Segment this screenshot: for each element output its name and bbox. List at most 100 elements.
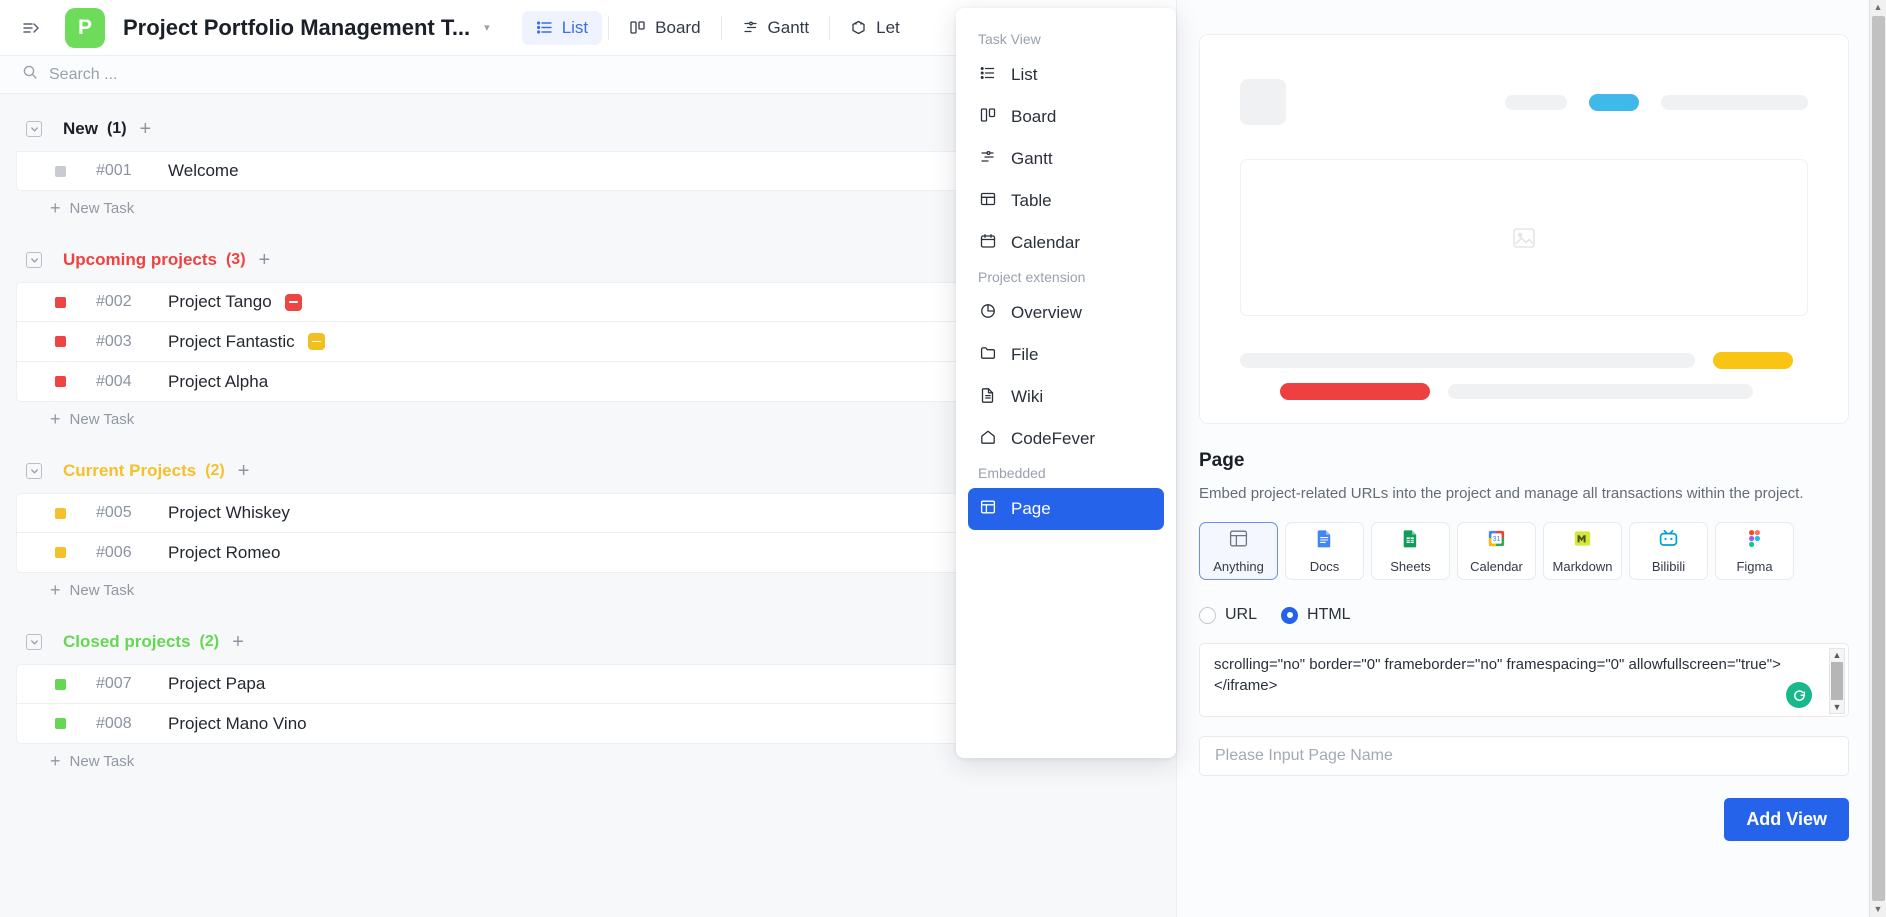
figma-icon bbox=[1744, 528, 1765, 554]
task-group-name: Current Projects bbox=[63, 461, 196, 481]
dropdown-item-page[interactable]: Page bbox=[968, 488, 1164, 530]
tab-let-label: Let bbox=[876, 18, 900, 38]
tab-board-label: Board bbox=[655, 18, 700, 38]
embed-tile-figma[interactable]: Figma bbox=[1715, 522, 1794, 580]
task-group-name: Upcoming projects bbox=[63, 250, 217, 270]
embed-tile-markdown[interactable]: Markdown bbox=[1543, 522, 1622, 580]
add-task-to-group-icon[interactable]: + bbox=[232, 632, 244, 652]
dropdown-item-gantt[interactable]: Gantt bbox=[968, 138, 1164, 180]
tab-divider bbox=[608, 16, 609, 40]
dropdown-item-label: Page bbox=[1011, 499, 1051, 519]
embed-tile-docs[interactable]: Docs bbox=[1285, 522, 1364, 580]
plus-icon: + bbox=[50, 752, 61, 770]
page-scroll-up-icon[interactable]: ▲ bbox=[1874, 0, 1883, 15]
search-input[interactable]: Search ... bbox=[49, 66, 117, 84]
dropdown-item-label: Gantt bbox=[1011, 149, 1053, 169]
dropdown-item-label: Overview bbox=[1011, 303, 1082, 323]
task-id: #002 bbox=[96, 293, 154, 311]
radio-html[interactable]: HTML bbox=[1281, 606, 1351, 624]
task-status-dot bbox=[55, 508, 66, 519]
add-task-to-group-icon[interactable]: + bbox=[259, 250, 271, 270]
add-task-to-group-icon[interactable]: + bbox=[140, 119, 152, 139]
task-id: #005 bbox=[96, 504, 154, 522]
scrollbar-thumb[interactable] bbox=[1831, 662, 1843, 700]
embed-tile-label: Bilibili bbox=[1652, 559, 1685, 574]
task-flag-icon[interactable] bbox=[308, 333, 325, 350]
collapse-sidebar-icon[interactable] bbox=[14, 11, 48, 45]
dropdown-item-table[interactable]: Table bbox=[968, 180, 1164, 222]
task-group-name: Closed projects bbox=[63, 632, 191, 652]
dropdown-item-board[interactable]: Board bbox=[968, 96, 1164, 138]
folder-icon bbox=[979, 344, 997, 367]
task-id: #004 bbox=[96, 373, 154, 391]
task-name: Project Tango bbox=[168, 292, 272, 312]
chevron-down-icon[interactable]: ▾ bbox=[484, 21, 490, 34]
page-scrollbar[interactable]: ▲ ▼ bbox=[1869, 0, 1886, 917]
dropdown-item-list[interactable]: List bbox=[968, 54, 1164, 96]
dropdown-item-codefever[interactable]: CodeFever bbox=[968, 418, 1164, 460]
dropdown-item-wiki[interactable]: Wiki bbox=[968, 376, 1164, 418]
task-name: Project Romeo bbox=[168, 543, 280, 563]
task-flag-icon[interactable] bbox=[285, 294, 302, 311]
collapse-group-icon[interactable] bbox=[26, 634, 42, 650]
grammarly-icon[interactable] bbox=[1786, 682, 1812, 708]
html-textarea[interactable]: scrolling="no" border="0" frameborder="n… bbox=[1200, 644, 1848, 696]
embed-tile-bilibili[interactable]: Bilibili bbox=[1629, 522, 1708, 580]
page-scrollbar-thumb[interactable] bbox=[1872, 16, 1885, 901]
radio-url[interactable]: URL bbox=[1199, 606, 1257, 624]
add-view-button[interactable]: Add View bbox=[1724, 798, 1849, 841]
new-task-label: New Task bbox=[70, 753, 135, 770]
embed-tile-label: Calendar bbox=[1470, 559, 1523, 574]
dropdown-section-title: Project extension bbox=[968, 264, 1164, 292]
dropdown-section-title: Embedded bbox=[968, 460, 1164, 488]
view-config-panel: Page Embed project-related URLs into the… bbox=[1176, 0, 1871, 917]
preview-row-1 bbox=[1240, 352, 1808, 369]
layout-icon bbox=[1228, 528, 1249, 554]
tab-board[interactable]: Board bbox=[615, 11, 714, 45]
textarea-scrollbar[interactable]: ▲ ▼ bbox=[1829, 648, 1845, 714]
task-status-dot bbox=[55, 166, 66, 177]
board-icon bbox=[979, 106, 997, 129]
dropdown-item-file[interactable]: File bbox=[968, 334, 1164, 376]
add-task-to-group-icon[interactable]: + bbox=[238, 461, 250, 481]
task-name: Project Mano Vino bbox=[168, 714, 307, 734]
collapse-group-icon[interactable] bbox=[26, 121, 42, 137]
preview-pills bbox=[1505, 94, 1808, 111]
task-group-count: (2) bbox=[205, 462, 225, 480]
skeleton-pill bbox=[1505, 95, 1567, 110]
scroll-down-icon[interactable]: ▼ bbox=[1833, 701, 1842, 713]
plus-icon: + bbox=[50, 199, 61, 217]
embed-tile-sheets[interactable]: Sheets bbox=[1371, 522, 1450, 580]
task-status-dot bbox=[55, 297, 66, 308]
page-name-input[interactable]: Please Input Page Name bbox=[1199, 736, 1849, 776]
tab-list[interactable]: List bbox=[522, 11, 602, 45]
google-sheets-icon bbox=[1400, 528, 1421, 554]
list-icon bbox=[979, 64, 997, 87]
dropdown-item-overview[interactable]: Overview bbox=[968, 292, 1164, 334]
task-name: Project Fantastic bbox=[168, 332, 295, 352]
app-root: P Project Portfolio Management T... ▾ Li… bbox=[0, 0, 1886, 917]
task-group-name: New bbox=[63, 119, 98, 139]
radio-url-label: URL bbox=[1225, 606, 1257, 624]
task-name: Project Alpha bbox=[168, 372, 268, 392]
embed-tile-anything[interactable]: Anything bbox=[1199, 522, 1278, 580]
task-group-count: (3) bbox=[226, 251, 246, 269]
radio-url-circle[interactable] bbox=[1199, 607, 1216, 624]
dropdown-item-label: Wiki bbox=[1011, 387, 1043, 407]
tab-gantt-label: Gantt bbox=[768, 18, 810, 38]
home-icon bbox=[979, 428, 997, 451]
radio-html-circle[interactable] bbox=[1281, 607, 1298, 624]
document-icon bbox=[979, 386, 997, 409]
pie-chart-icon bbox=[979, 302, 997, 325]
preview-accent-yellow bbox=[1713, 352, 1793, 369]
dropdown-item-calendar[interactable]: Calendar bbox=[968, 222, 1164, 264]
collapse-group-icon[interactable] bbox=[26, 252, 42, 268]
tab-gantt[interactable]: Gantt bbox=[728, 11, 824, 45]
page-scroll-down-icon[interactable]: ▼ bbox=[1874, 902, 1883, 917]
embed-tile-calendar[interactable]: 31Calendar bbox=[1457, 522, 1536, 580]
tab-let[interactable]: Let bbox=[836, 11, 914, 45]
preview-accent-red bbox=[1280, 383, 1430, 400]
page-layout-icon bbox=[979, 498, 997, 521]
collapse-group-icon[interactable] bbox=[26, 463, 42, 479]
scroll-up-icon[interactable]: ▲ bbox=[1833, 649, 1842, 661]
